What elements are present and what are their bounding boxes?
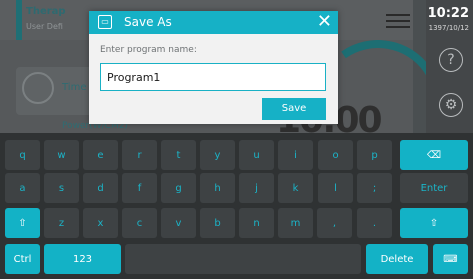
program-name-label: Enter program name: <box>100 45 197 55</box>
key-v[interactable]: v <box>161 208 196 238</box>
key-c[interactable]: c <box>122 208 157 238</box>
ctrl-key[interactable]: Ctrl <box>5 244 40 274</box>
spacebar-key[interactable] <box>125 244 361 274</box>
key-j-label: j <box>255 182 258 194</box>
key-comma-label: , <box>332 217 337 229</box>
key-period[interactable]: . <box>357 208 392 238</box>
help-icon[interactable]: ? <box>439 48 463 72</box>
delete-key-label: Delete <box>380 253 414 265</box>
key-x-label: x <box>97 217 104 229</box>
key-r-label: r <box>137 149 142 161</box>
program-name-input[interactable] <box>100 63 326 91</box>
key-p-label: p <box>371 149 378 161</box>
key-d[interactable]: d <box>83 173 118 203</box>
key-h-label: h <box>214 182 221 194</box>
key-o-label: o <box>332 149 339 161</box>
key-f[interactable]: f <box>122 173 157 203</box>
key-w[interactable]: w <box>44 140 79 170</box>
status-date: 1397/10/12 <box>428 24 469 32</box>
key-g[interactable]: g <box>161 173 196 203</box>
key-i[interactable]: i <box>278 140 313 170</box>
key-k[interactable]: k <box>278 173 313 203</box>
shift-right-key-label: ⇧ <box>429 217 439 229</box>
key-u[interactable]: u <box>239 140 274 170</box>
key-n-label: n <box>253 217 260 229</box>
key-l-label: l <box>334 182 337 194</box>
key-t[interactable]: t <box>161 140 196 170</box>
key-j[interactable]: j <box>239 173 274 203</box>
key-c-label: c <box>136 217 143 229</box>
key-d-label: d <box>97 182 104 194</box>
clock-icon <box>22 72 54 104</box>
settings-gear-icon[interactable]: ⚙ <box>439 93 463 117</box>
key-q-label: q <box>19 149 26 161</box>
key-e[interactable]: e <box>83 140 118 170</box>
key-b-label: b <box>214 217 221 229</box>
header-accent <box>16 0 22 40</box>
key-v-label: v <box>175 217 182 229</box>
dialog-title: Save As <box>124 15 172 29</box>
key-z[interactable]: z <box>44 208 79 238</box>
shift-left-key-label: ⇧ <box>18 217 27 229</box>
ctrl-key-label: Ctrl <box>13 253 32 265</box>
delete-key[interactable]: Delete <box>366 244 428 274</box>
key-q[interactable]: q <box>5 140 40 170</box>
key-comma[interactable]: , <box>317 208 352 238</box>
key-semicolon[interactable]: ; <box>357 173 392 203</box>
key-u-label: u <box>253 149 260 161</box>
key-k-label: k <box>292 182 299 194</box>
key-x[interactable]: x <box>83 208 118 238</box>
key-s-label: s <box>58 182 65 194</box>
123-key-label: 123 <box>72 253 93 265</box>
shift-left-key[interactable]: ⇧ <box>5 208 40 238</box>
key-w-label: w <box>57 149 66 161</box>
key-z-label: z <box>58 217 65 229</box>
key-t-label: t <box>176 149 181 161</box>
user-defined-label: User Defi <box>26 22 63 31</box>
key-h[interactable]: h <box>200 173 235 203</box>
key-m[interactable]: m <box>278 208 313 238</box>
key-l[interactable]: l <box>318 173 353 203</box>
menu-icon[interactable] <box>386 14 410 28</box>
key-n[interactable]: n <box>239 208 274 238</box>
key-semicolon-label: ; <box>372 182 377 194</box>
123-key[interactable]: 123 <box>44 244 121 274</box>
close-icon[interactable]: ✕ <box>317 12 332 32</box>
onscreen-keyboard: q w e r t y u i o p ⌫ a s d f g h j k l; Enter ⇧ z x c v b n m,. ⇧ Ctr… <box>0 133 473 279</box>
key-s[interactable]: s <box>44 173 79 203</box>
save-as-dialog: ▭ Save As ✕ Enter program name: Save <box>89 11 338 124</box>
key-b[interactable]: b <box>200 208 235 238</box>
hide-keyboard-icon[interactable]: ⌨ <box>433 244 468 274</box>
key-p[interactable]: p <box>357 140 392 170</box>
status-time: 10:22 <box>427 6 469 21</box>
enter-key-label: Enter <box>420 182 448 194</box>
key-e-label: e <box>97 149 104 161</box>
key-period-label: . <box>372 217 377 229</box>
save-button[interactable]: Save <box>262 98 326 120</box>
key-y[interactable]: y <box>200 140 235 170</box>
key-m-label: m <box>290 217 301 229</box>
therapy-label: Therap <box>26 6 66 17</box>
key-y-label: y <box>214 149 221 161</box>
key-g-label: g <box>175 182 182 194</box>
backspace-key[interactable]: ⌫ <box>400 140 468 170</box>
key-f-label: f <box>137 182 142 194</box>
key-a-label: a <box>19 182 26 194</box>
backspace-key-label: ⌫ <box>426 149 442 161</box>
hide-keyboard-icon-label: ⌨ <box>443 253 458 265</box>
shift-right-key[interactable]: ⇧ <box>400 208 468 238</box>
key-o[interactable]: o <box>318 140 353 170</box>
enter-key[interactable]: Enter <box>400 173 468 203</box>
key-i-label: i <box>294 149 297 161</box>
dialog-title-bar: ▭ Save As ✕ <box>89 11 338 34</box>
key-r[interactable]: r <box>122 140 157 170</box>
key-a[interactable]: a <box>5 173 40 203</box>
time-label: Time <box>62 82 87 93</box>
floppy-disk-icon: ▭ <box>98 15 112 29</box>
